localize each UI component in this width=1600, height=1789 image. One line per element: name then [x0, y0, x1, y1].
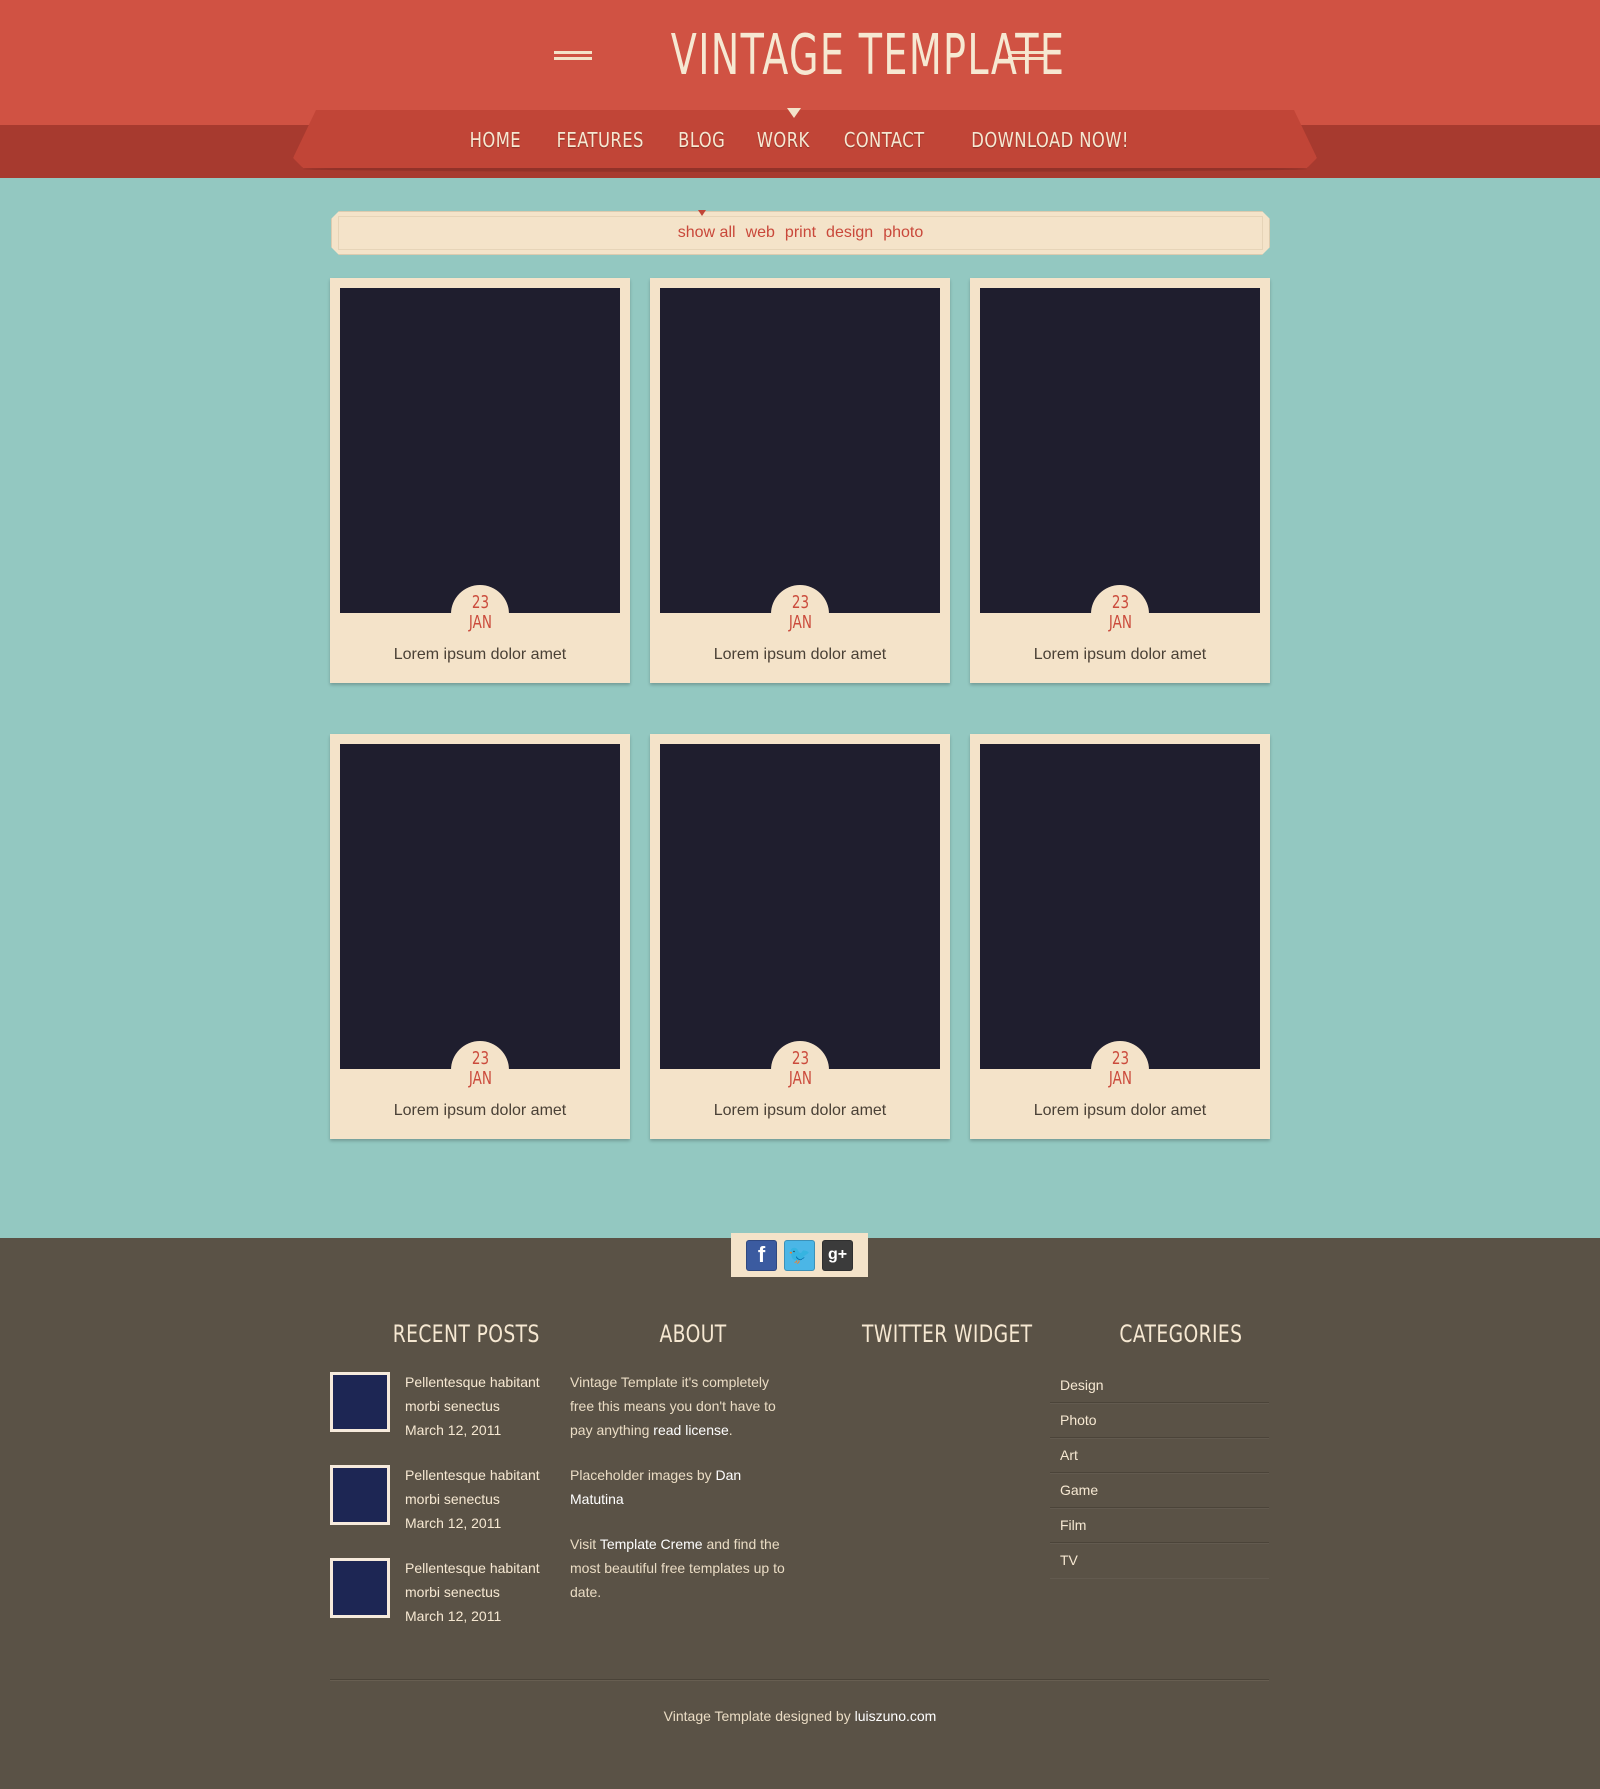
portfolio-caption[interactable]: Lorem ipsum dolor amet	[970, 646, 1270, 664]
date-badge: 23 JAN	[1091, 585, 1149, 643]
portfolio-caption[interactable]: Lorem ipsum dolor amet	[330, 1102, 630, 1120]
post-title[interactable]: Pellentesque habitant morbi senectus	[405, 1370, 550, 1418]
date-month: JAN	[788, 612, 812, 633]
recent-post-item[interactable]: Pellentesque habitant morbi senectus Mar…	[330, 1463, 550, 1533]
recent-posts-heading: RECENT POSTS	[372, 1320, 561, 1348]
credit-link[interactable]: luiszuno.com	[855, 1708, 937, 1724]
post-date: March 12, 2011	[405, 1422, 502, 1438]
date-month: JAN	[788, 1068, 812, 1089]
date-month: JAN	[1108, 612, 1132, 633]
date-badge: 23 JAN	[771, 1041, 829, 1099]
about-paragraph-1: Vintage Template it's completely free th…	[570, 1370, 790, 1442]
about-text-end: .	[728, 1422, 733, 1438]
twitter-widget-heading: TWITTER WIDGET	[838, 1320, 1057, 1348]
footer-divider	[330, 1679, 1269, 1681]
google-plus-icon[interactable]: g+	[822, 1239, 853, 1271]
nav-item-contact[interactable]: CONTACT	[844, 128, 925, 158]
title-left-dash	[554, 51, 592, 60]
category-film[interactable]: Film	[1050, 1508, 1269, 1543]
site-title[interactable]: Vintage Template	[0, 18, 1600, 93]
post-date: March 12, 2011	[405, 1608, 502, 1624]
about-text: Placeholder images by	[570, 1467, 712, 1483]
post-date: March 12, 2011	[405, 1515, 502, 1531]
portfolio-card[interactable]: 23 JAN Lorem ipsum dolor amet	[970, 278, 1270, 683]
portfolio-image[interactable]	[660, 288, 940, 613]
filter-print[interactable]: print	[785, 224, 816, 242]
footer-credit: Vintage Template designed by luiszuno.co…	[0, 1708, 1600, 1724]
main-nav: HOME FEATURES BLOG WORK CONTACT DOWNLOAD…	[293, 128, 1317, 158]
nav-active-indicator-icon	[787, 108, 801, 118]
nav-item-home[interactable]: HOME	[470, 128, 521, 158]
date-badge: 23 JAN	[451, 585, 509, 643]
site-title-text[interactable]: Vintage Template	[671, 23, 1064, 88]
recent-posts-heading-text: RECENT POSTS	[392, 1320, 540, 1348]
twitter-widget-heading-text: TWITTER WIDGET	[862, 1320, 1033, 1348]
nav-item-features[interactable]: FEATURES	[557, 128, 644, 158]
about-paragraph-2: Placeholder images by Dan Matutina	[570, 1463, 790, 1511]
date-month: JAN	[468, 1068, 492, 1089]
about-paragraph-3: Visit Template Creme and find the most b…	[570, 1532, 790, 1604]
category-tv[interactable]: TV	[1050, 1543, 1269, 1578]
filter-design[interactable]: design	[826, 224, 873, 242]
post-title[interactable]: Pellentesque habitant morbi senectus	[405, 1463, 550, 1511]
filter-web[interactable]: web	[746, 224, 775, 242]
portfolio-caption[interactable]: Lorem ipsum dolor amet	[650, 646, 950, 664]
category-photo[interactable]: Photo	[1050, 1403, 1269, 1438]
categories-list: Design Photo Art Game Film TV	[1050, 1368, 1269, 1578]
portfolio-image[interactable]	[340, 288, 620, 613]
portfolio-card[interactable]: 23 JAN Lorem ipsum dolor amet	[970, 734, 1270, 1139]
portfolio-card[interactable]: 23 JAN Lorem ipsum dolor amet	[650, 734, 950, 1139]
facebook-icon[interactable]: f	[746, 1239, 777, 1271]
post-thumbnail[interactable]	[330, 1558, 390, 1618]
portfolio-card[interactable]: 23 JAN Lorem ipsum dolor amet	[650, 278, 950, 683]
date-badge: 23 JAN	[1091, 1041, 1149, 1099]
date-month: JAN	[1108, 1068, 1132, 1089]
about-heading-text: ABOUT	[659, 1320, 727, 1348]
date-day: 23	[791, 592, 809, 613]
filter-active-indicator-icon	[698, 210, 706, 216]
date-day: 23	[1111, 1048, 1129, 1069]
portfolio-image[interactable]	[980, 288, 1260, 613]
nav-item-work[interactable]: WORK	[757, 128, 810, 158]
date-month: JAN	[468, 612, 492, 633]
credit-text: Vintage Template designed by	[663, 1708, 851, 1724]
post-title[interactable]: Pellentesque habitant morbi senectus	[405, 1556, 550, 1604]
about-text: Visit	[570, 1536, 597, 1552]
portfolio-image[interactable]	[660, 744, 940, 1069]
filter-show-all[interactable]: show all	[678, 224, 736, 242]
footer	[0, 1238, 1600, 1789]
recent-post-item[interactable]: Pellentesque habitant morbi senectus Mar…	[330, 1370, 550, 1440]
categories-heading-text: CATEGORIES	[1119, 1320, 1243, 1348]
portfolio-caption[interactable]: Lorem ipsum dolor amet	[650, 1102, 950, 1120]
categories-heading: CATEGORIES	[1102, 1320, 1260, 1348]
date-badge: 23 JAN	[451, 1041, 509, 1099]
nav-item-blog[interactable]: BLOG	[678, 128, 725, 158]
category-game[interactable]: Game	[1050, 1473, 1269, 1508]
category-art[interactable]: Art	[1050, 1438, 1269, 1473]
date-day: 23	[471, 592, 489, 613]
social-links: f 🐦 g+	[731, 1233, 868, 1277]
portfolio-image[interactable]	[340, 744, 620, 1069]
twitter-icon[interactable]: 🐦	[784, 1239, 815, 1271]
about-heading: ABOUT	[650, 1320, 736, 1348]
template-creme-link[interactable]: Template Creme	[600, 1536, 703, 1552]
post-thumbnail[interactable]	[330, 1372, 390, 1432]
date-day: 23	[1111, 592, 1129, 613]
filter-photo[interactable]: photo	[883, 224, 923, 242]
date-day: 23	[791, 1048, 809, 1069]
nav-item-download[interactable]: DOWNLOAD NOW!	[971, 128, 1129, 158]
portfolio-card[interactable]: 23 JAN Lorem ipsum dolor amet	[330, 734, 630, 1139]
portfolio-caption[interactable]: Lorem ipsum dolor amet	[330, 646, 630, 664]
read-license-link[interactable]: read license	[653, 1422, 729, 1438]
date-day: 23	[471, 1048, 489, 1069]
portfolio-image[interactable]	[980, 744, 1260, 1069]
post-thumbnail[interactable]	[330, 1465, 390, 1525]
date-badge: 23 JAN	[771, 585, 829, 643]
category-design[interactable]: Design	[1050, 1368, 1269, 1403]
portfolio-card[interactable]: 23 JAN Lorem ipsum dolor amet	[330, 278, 630, 683]
portfolio-filter-bar: show all web print design photo	[331, 211, 1270, 255]
portfolio-caption[interactable]: Lorem ipsum dolor amet	[970, 1102, 1270, 1120]
recent-post-item[interactable]: Pellentesque habitant morbi senectus Mar…	[330, 1556, 550, 1626]
